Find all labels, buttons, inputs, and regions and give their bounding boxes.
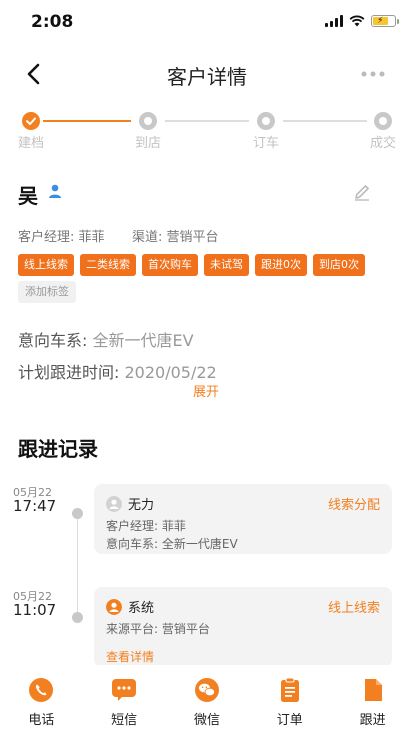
record-card[interactable]: 系统 线上线索 来源平台: 营销平台 查看详情 — [94, 587, 392, 667]
tab-wechat[interactable]: 微信 — [177, 677, 237, 728]
clipboard-icon — [280, 677, 299, 702]
timeline-line — [77, 514, 78, 618]
wifi-icon — [349, 15, 365, 27]
more-icon[interactable] — [360, 64, 386, 84]
step-label: 成交 — [369, 136, 396, 151]
progress-steps: 建档 到店 订车 成交 — [0, 110, 414, 151]
record-author-name: 无力 — [128, 498, 155, 513]
record-type: 线上线索 — [327, 601, 380, 616]
status-icons: ⚡ — [325, 15, 399, 27]
add-tag-button[interactable]: 添加标签 — [18, 281, 76, 303]
plan-value: 2020/05/22 — [124, 363, 217, 382]
tag-list: 线上线索 二类线索 首次购车 未试驾 跟进0次 到店0次 — [18, 254, 365, 276]
record-time: 11:07 — [13, 601, 57, 619]
user-icon — [106, 598, 122, 615]
record-time: 17:47 — [13, 497, 57, 515]
tag: 二类线索 — [80, 254, 136, 276]
step-dot-icon — [374, 112, 392, 130]
timeline-dot — [72, 612, 83, 623]
tag: 线上线索 — [18, 254, 74, 276]
tag: 到店0次 — [313, 254, 365, 276]
record-author: 无力 — [106, 494, 154, 513]
page-title: 客户详情 — [167, 65, 247, 89]
nav-bar: 客户详情 — [0, 52, 414, 96]
plan-label: 计划跟进时间: — [18, 363, 125, 382]
intent-series: 意向车系: 全新一代唐EV — [18, 327, 194, 351]
phone-icon — [29, 678, 54, 702]
signal-icon — [325, 15, 343, 27]
record-type: 线索分配 — [327, 498, 380, 513]
tag: 跟进0次 — [255, 254, 307, 276]
view-details-link[interactable]: 查看详情 — [106, 648, 154, 665]
bottom-action-bar: 电话 短信 微信 订单 跟进 — [0, 665, 414, 736]
step-label: 建档 — [17, 136, 44, 151]
tab-label: 跟进 — [359, 713, 386, 728]
expand-link[interactable]: 展开 — [193, 381, 219, 400]
record-author-name: 系统 — [128, 601, 155, 616]
status-time: 2:08 — [31, 12, 74, 32]
person-icon — [49, 184, 61, 198]
user-icon — [106, 495, 122, 512]
message-icon — [112, 679, 137, 701]
document-icon — [364, 679, 382, 701]
customer-name: 吴 — [18, 184, 38, 208]
wechat-icon — [194, 678, 219, 702]
step-label: 到店 — [134, 136, 161, 151]
tab-follow-up[interactable]: 跟进 — [343, 677, 403, 728]
plan-follow-time: 计划跟进时间: 2020/05/22 — [18, 359, 217, 383]
record-line: 来源平台: 营销平台 — [106, 622, 210, 636]
timeline-dot — [72, 508, 83, 519]
step-done-check-icon — [22, 112, 40, 130]
tab-sms[interactable]: 短信 — [94, 677, 154, 728]
records-title: 跟进记录 — [18, 437, 98, 461]
record-author: 系统 — [106, 597, 154, 616]
step-label: 订车 — [252, 136, 279, 151]
battery-icon: ⚡ — [371, 15, 399, 27]
tab-label: 订单 — [276, 713, 303, 728]
step-dot-icon — [139, 112, 157, 130]
tag: 首次购车 — [142, 254, 198, 276]
tag: 未试驾 — [204, 254, 249, 276]
intent-label: 意向车系: — [18, 331, 93, 350]
intent-value: 全新一代唐EV — [92, 331, 194, 350]
customer-channel: 渠道: 营销平台 — [132, 230, 219, 245]
tab-label: 短信 — [111, 713, 138, 728]
status-bar: 2:08 ⚡ — [0, 0, 414, 46]
customer-manager: 客户经理: 菲菲 — [18, 230, 105, 245]
tab-phone[interactable]: 电话 — [11, 677, 71, 728]
tab-order[interactable]: 订单 — [260, 677, 320, 728]
record-card[interactable]: 无力 线索分配 客户经理: 菲菲 意向车系: 全新一代唐EV — [94, 484, 392, 554]
edit-icon[interactable] — [352, 182, 372, 202]
record-line: 意向车系: 全新一代唐EV — [106, 537, 238, 551]
step-dot-icon — [257, 112, 275, 130]
tab-label: 微信 — [193, 713, 220, 728]
tab-label: 电话 — [28, 713, 55, 728]
record-line: 客户经理: 菲菲 — [106, 519, 186, 533]
